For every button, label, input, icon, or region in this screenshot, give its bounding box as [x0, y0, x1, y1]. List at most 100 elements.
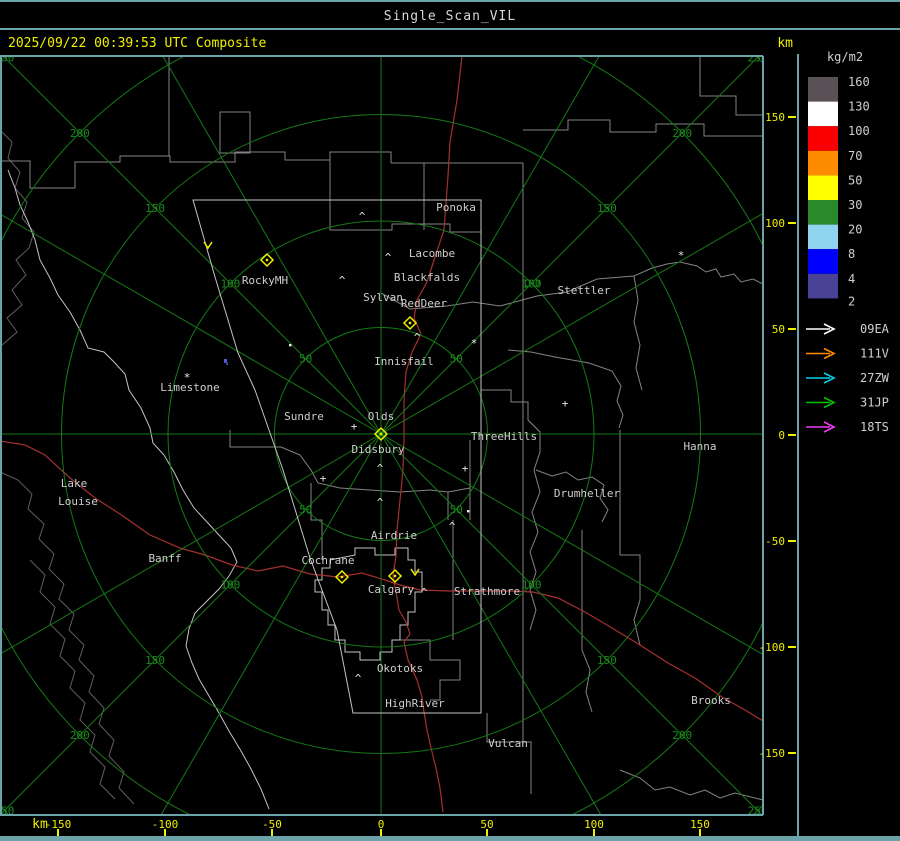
legend-value-8: 8 — [848, 247, 855, 261]
legend-value-160: 160 — [848, 75, 870, 89]
town-label-okotoks: Okotoks — [377, 662, 423, 675]
legend-value-20: 20 — [848, 223, 862, 237]
town-label-strathmore: Strathmore — [454, 585, 520, 598]
bottom-axis-tick-label: -100 — [152, 818, 179, 831]
map-caret-marker: ^ — [377, 496, 384, 509]
town-label-hanna: Hanna — [683, 440, 716, 453]
range-label-150: 150 — [145, 202, 165, 215]
map-dot-marker — [467, 510, 470, 513]
map-caret-marker: ^ — [339, 274, 346, 287]
town-label-sylvan: Sylvan — [363, 291, 403, 304]
right-axis-tick-label: -100 — [759, 641, 786, 654]
storm-cell-center-dot — [379, 432, 383, 436]
right-axis-tick-label: 100 — [765, 217, 785, 230]
map-caret-marker: ^ — [377, 462, 384, 475]
map-dot-marker — [289, 344, 292, 347]
town-label-reddeer: RedDeer — [401, 297, 448, 310]
town-label-brooks: Brooks — [691, 694, 731, 707]
legend-value-50: 50 — [848, 173, 862, 187]
legend-panel: kg/m2 160 130 100 70 50 30 20 8 4 2 09EA 111V 27ZW 3… — [806, 50, 890, 434]
town-label-didsbury: Didsbury — [352, 443, 405, 456]
map-caret-marker: ^ — [414, 331, 421, 344]
storm-track-id-31JP: 31JP — [860, 396, 889, 410]
legend-storm-tracks: 09EA 111V 27ZW 31JP 18TS — [806, 322, 890, 434]
range-label-200: 200 — [70, 729, 90, 742]
range-label-100: 100 — [220, 579, 240, 592]
right-axis-tick-label: 150 — [765, 111, 785, 124]
scan-timestamp: 2025/09/22 00:39:53 UTC Composite — [8, 36, 266, 51]
legend-swatch-4 — [808, 273, 838, 299]
map-plus-marker: + — [320, 472, 327, 485]
bottom-strip — [0, 836, 900, 841]
map-plus-marker: + — [562, 397, 569, 410]
town-label-lacombe: Lacombe — [409, 247, 455, 260]
title-bar: Single_Scan_VIL — [0, 0, 900, 30]
bottom-axis-tick-label: 50 — [480, 818, 493, 831]
map-canvas[interactable]: 50 5050 50100 100100 100150 150150 150200 20020… — [0, 0, 900, 841]
right-axis-tick-label: -150 — [759, 747, 786, 760]
legend-swatch-8 — [808, 249, 838, 274]
bottom-axis-tick-label: -50 — [262, 818, 282, 831]
storm-cell-center-dot — [408, 321, 412, 325]
town-label-innisfail: Innisfail — [374, 355, 434, 368]
storm-track-id-27ZW: 27ZW — [860, 371, 890, 385]
title-bar-bottom-border — [0, 28, 900, 30]
right-axis-tick-label: 0 — [778, 429, 785, 442]
legend-value-min: 2 — [848, 294, 855, 308]
map-star-marker: * — [184, 371, 191, 384]
map-caret-marker: ^ — [421, 586, 428, 599]
range-label-250: 250 — [0, 51, 14, 64]
town-label-rockymh: RockyMH — [242, 274, 288, 287]
storm-track-id-111V: 111V — [860, 347, 889, 361]
right-axis-tick-label: -50 — [765, 535, 785, 548]
legend-unit-label: kg/m2 — [827, 50, 863, 64]
town-label-banff: Banff — [148, 552, 181, 565]
town-label-highriver: HighRiver — [385, 697, 445, 710]
bottom-axis: km -150 -100 -50 0 50 100 150 — [32, 817, 710, 836]
right-axis-tick-label: 50 — [772, 323, 785, 336]
storm-track-id-18TS: 18TS — [860, 420, 889, 434]
map-plus-marker: + — [351, 420, 358, 433]
range-label-150: 150 — [597, 654, 617, 667]
town-label-threehills: ThreeHills — [471, 430, 537, 443]
right-axis-unit-label: km — [777, 36, 793, 51]
legend-value-4: 4 — [848, 272, 855, 286]
legend-value-70: 70 — [848, 149, 862, 163]
town-label-ponoka: Ponoka — [436, 201, 476, 214]
legend-swatch-20 — [808, 224, 838, 250]
town-label-lake: Lake — [61, 477, 88, 490]
map-caret-marker: ^ — [355, 672, 362, 685]
range-label-200: 200 — [672, 729, 692, 742]
range-label-50: 50 — [299, 503, 312, 516]
map-plus-marker: + — [462, 462, 469, 475]
range-label-50: 50 — [450, 503, 463, 516]
storm-cell-center-dot — [340, 575, 344, 579]
map-caret-marker: ^ — [385, 251, 392, 264]
radar-display: Single_Scan_VIL 2025/09/22 00:39:53 UTC … — [0, 0, 900, 841]
town-label-stettler: Stettler — [558, 284, 611, 297]
legend-swatch-30 — [808, 200, 838, 225]
town-label-louise: Louise — [58, 495, 98, 508]
range-label-150: 150 — [145, 654, 165, 667]
range-label-50: 50 — [450, 353, 463, 366]
bottom-axis-tick-label: -150 — [45, 818, 72, 831]
town-label-blackfalds: Blackfalds — [394, 271, 460, 284]
legend-value-100: 100 — [848, 124, 870, 138]
legend-swatch-130 — [808, 101, 838, 127]
range-label-100: 100 — [220, 277, 240, 290]
range-label-200: 200 — [70, 127, 90, 140]
legend-swatch-50 — [808, 175, 838, 200]
town-label-olds: Olds — [368, 410, 395, 423]
radar-application-window: Single_Scan_VIL 2025/09/22 00:39:53 UTC … — [0, 0, 900, 841]
legend-value-130: 130 — [848, 100, 870, 114]
storm-cell-center-dot — [265, 258, 269, 262]
range-label-250: 250 — [748, 51, 768, 64]
map-caret-marker: ^ — [449, 520, 456, 533]
bottom-axis-tick-label: 100 — [584, 818, 604, 831]
town-label-airdrie: Airdrie — [371, 529, 417, 542]
town-label-calgary: Calgary — [368, 583, 415, 596]
right-axis: 150 100 50 0 -50 -100 -150 — [759, 111, 796, 760]
range-label-200: 200 — [672, 127, 692, 140]
map-star-marker: * — [471, 337, 478, 350]
window-title: Single_Scan_VIL — [384, 9, 516, 24]
